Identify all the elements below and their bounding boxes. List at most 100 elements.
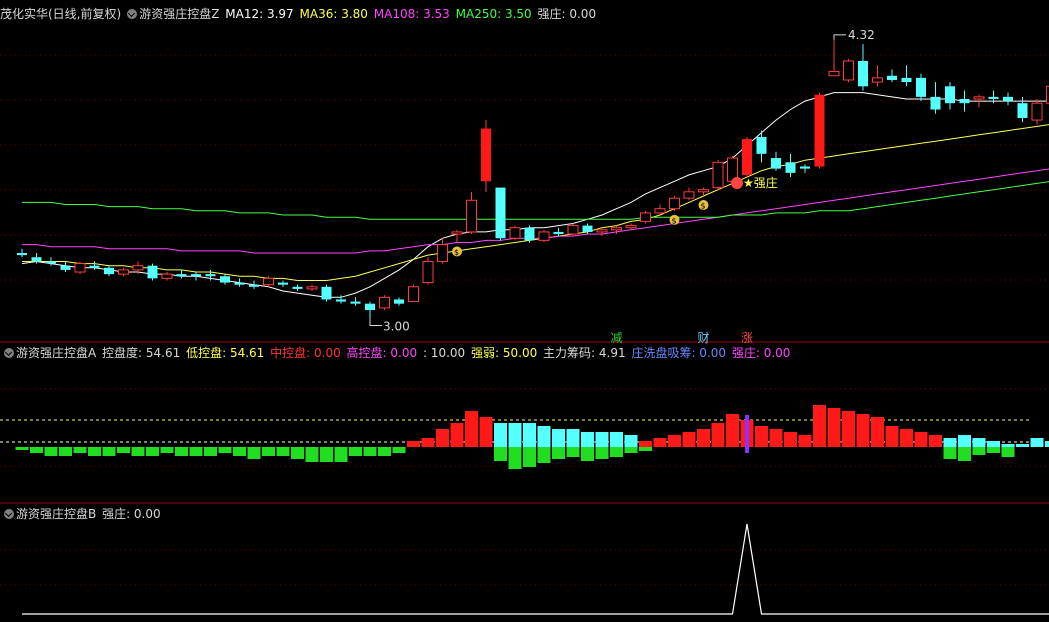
control-bar-green-low: [624, 447, 638, 453]
control-bar-red: [450, 423, 464, 447]
control-bar-green: [102, 447, 116, 456]
candle-body: [596, 229, 608, 233]
control-bar-red: [639, 441, 652, 447]
control-bar-cyan: [943, 438, 957, 447]
candle-body: [394, 299, 404, 304]
control-bar-cyan: [958, 435, 971, 447]
control-bar-cyan: [537, 426, 551, 447]
control-bar-green-low: [581, 447, 594, 461]
control-bar-cyan: [523, 423, 536, 447]
main-chips-label: 主力筹码: 4.91: [543, 346, 626, 360]
control-bar-green: [378, 447, 391, 456]
control-bar-red: [798, 435, 812, 447]
control-bar-green-low: [972, 447, 986, 455]
candle-body: [89, 265, 100, 268]
strong-label: 强庄: 0.00: [537, 7, 597, 21]
candle-body: [973, 96, 985, 100]
control-bar-green-low: [566, 447, 580, 457]
control-bar-red: [856, 414, 870, 447]
candle-body: [509, 227, 521, 239]
candle-body: [147, 265, 158, 279]
candle-body: [481, 128, 491, 182]
control-bar-green-low: [639, 447, 652, 451]
candle-body: [205, 274, 216, 277]
panel3-indicator-name[interactable]: 游资强庄控盘B: [16, 507, 96, 521]
control-bar-red: [813, 405, 826, 447]
candle-body: [437, 244, 448, 262]
control-bar-red: [842, 411, 855, 447]
control-bar-green: [175, 447, 188, 456]
panel3-dropdown-icon[interactable]: [4, 509, 14, 519]
control-bar-green-low: [494, 447, 507, 461]
control-bar-green: [88, 447, 101, 456]
candle-body: [654, 208, 666, 214]
candle-body: [858, 60, 868, 87]
control-bar-red: [929, 435, 942, 447]
candle-body: [930, 96, 941, 110]
candle-body: [785, 162, 796, 173]
control-bar-green-low: [595, 447, 609, 459]
washout-label: 庄洗盘吸筹: 0.00: [631, 346, 727, 360]
candle-body: [959, 98, 970, 104]
candle-body: [17, 253, 27, 256]
candle-body: [350, 301, 361, 304]
mid-control-label: 中控盘: 0.00: [270, 346, 341, 360]
control-bar-green: [247, 447, 261, 459]
ma12-label: MA12: 3.97: [225, 7, 294, 21]
candle-body: [872, 77, 883, 83]
candle-body: [538, 231, 550, 241]
candle-body: [1003, 96, 1013, 102]
control-bar-green: [276, 447, 290, 456]
control-bar-green: [160, 447, 174, 453]
panel3-header: 游资强庄控盘B 强庄: 0.00: [0, 505, 163, 523]
control-bar-green-low: [943, 447, 957, 459]
indicator-dropdown-icon[interactable]: [127, 9, 138, 19]
chart-window: 4.32 3.00 $ $ $ ★强庄减 财 涨 茂化实华(日线,前复权) 游资强庄控盘Z MA…: [0, 0, 1049, 622]
candle-body: [582, 225, 593, 232]
candle-body: [422, 260, 434, 284]
control-bar-red: [436, 429, 449, 447]
control-bar-cyan: [595, 432, 609, 447]
panel2-indicator-name[interactable]: 游资强庄控盘A: [16, 346, 96, 360]
ten-label: : 10.00: [422, 346, 466, 360]
star-strong-label: ★强庄: [743, 175, 778, 190]
control-bar-green-low: [508, 447, 522, 469]
low-pointer: [369, 318, 382, 326]
control-bar-red: [755, 426, 768, 447]
candle-body: [379, 296, 390, 309]
control-bar-green-low: [552, 447, 565, 459]
candle-body: [46, 261, 56, 264]
panel2-header: 游资强庄控盘A 控盘度: 54.61 低控盘: 54.61 中控盘: 0.00 …: [0, 344, 792, 362]
ma250-label: MA250: 3.50: [455, 7, 532, 21]
panel2-dropdown-icon[interactable]: [4, 348, 14, 358]
control-bar-cyan: [987, 441, 1000, 447]
control-marker: [745, 415, 749, 453]
candle-body: [669, 197, 680, 210]
control-bar-red: [769, 429, 783, 447]
candle-body: [451, 231, 463, 235]
control-bar-green: [320, 447, 333, 462]
candle-body: [306, 286, 318, 290]
control-bar-red: [465, 411, 478, 447]
signal-2: 财: [698, 331, 710, 345]
candle-body: [132, 265, 144, 271]
control-bar-red: [407, 441, 420, 447]
candle-body: [74, 263, 86, 273]
low-label: 3.00: [383, 319, 410, 333]
money-bag-symbol: $: [672, 216, 677, 225]
candle-body: [1031, 102, 1043, 121]
candle-body: [698, 189, 709, 193]
stock-title: 茂化实华(日线,前复权): [0, 7, 122, 21]
panel1-indicator-name[interactable]: 游资强庄控盘Z: [139, 7, 219, 21]
control-bar-green: [59, 447, 72, 456]
control-bar-green: [305, 447, 319, 462]
control-bar-cyan: [1001, 444, 1015, 447]
panel1-header: 茂化实华(日线,前复权) 游资强庄控盘Z MA12: 3.97 MA36: 3.8…: [0, 5, 598, 23]
control-bar-green-low: [523, 447, 536, 467]
candle-body: [292, 286, 303, 289]
control-bar-cyan: [552, 429, 565, 447]
candle-body: [553, 231, 564, 235]
control-bar-red: [697, 429, 710, 447]
control-bar-cyan: [1045, 441, 1049, 447]
candle-body: [887, 75, 897, 80]
